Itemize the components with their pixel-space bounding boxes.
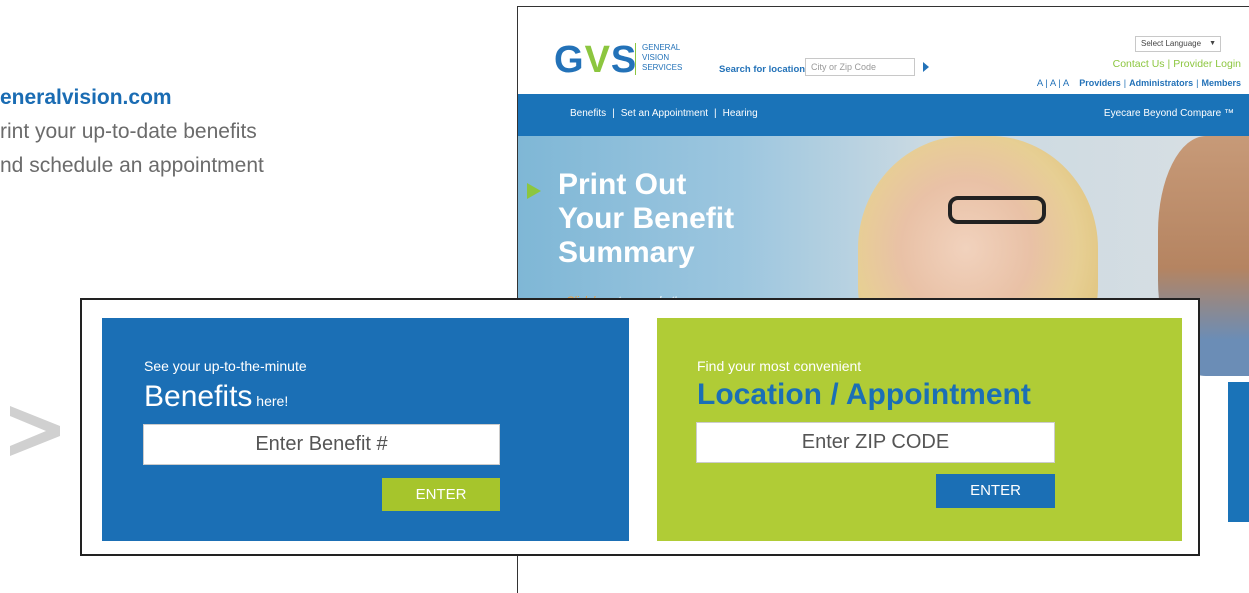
logo-letter-g: G [554,39,585,81]
link-separator: | [1123,78,1127,88]
logo-divider [635,43,636,75]
gvs-logo[interactable]: GVS [554,41,637,79]
hero-title-line-2: Your Benefit [558,202,735,235]
promo-heading: eneralvision.com [0,86,172,109]
language-select[interactable]: Select Language ▼ [1135,36,1221,52]
nav-benefits[interactable]: Benefits [570,108,606,119]
location-enter-button[interactable]: ENTER [936,474,1055,508]
audience-links: A | A | A Providers | Administrators | Member… [1037,78,1241,89]
nav-hearing[interactable]: Hearing [723,108,758,119]
members-link[interactable]: Members [1201,78,1241,88]
benefits-title-sub: here! [252,393,289,409]
location-kicker: Find your most convenient [697,358,862,374]
promo-line-1: rint your up-to-date benefits [0,120,257,143]
site-nav-bar: Benefits | Set an Appointment | Hearing Eyec… [518,94,1249,136]
caret-down-icon: ▼ [1209,40,1216,47]
top-links: Contact Us | Provider Login [1113,58,1241,70]
logo-letter-v: V [584,39,611,81]
contact-us-link[interactable]: Contact Us [1113,58,1165,70]
provider-login-link[interactable]: Provider Login [1173,58,1241,70]
nav-separator: | [714,108,717,119]
nav-set-appointment[interactable]: Set an Appointment [621,108,708,119]
language-select-value: Select Language [1141,39,1202,48]
location-title: Location / Appointment [697,378,1031,411]
hero-title-line-3: Summary [558,236,695,269]
nav-separator: | [612,108,615,119]
font-size-control[interactable]: A | A | A [1037,78,1069,89]
hero-title-line-1: Print Out [558,168,687,201]
benefits-title-main: Benefits [144,380,253,413]
link-separator: | [1167,58,1171,70]
site-header: GVS GENERAL VISION SERVICES Search for l… [518,7,1249,94]
search-location-label: Search for location [719,64,806,75]
benefit-number-input[interactable]: Enter Benefit # [143,424,500,465]
promo-line-2: nd schedule an appointment [0,154,264,177]
zip-code-input[interactable]: Enter ZIP CODE [696,422,1055,463]
hero-arrow-icon [527,183,541,199]
benefits-panel: See your up-to-the-minute Benefits here!… [102,318,629,541]
logo-wordmark: GENERAL VISION SERVICES [642,43,682,73]
nav-tagline: Eyecare Beyond Compare ™ [1103,108,1234,119]
logo-word-vision: VISION [642,53,670,62]
benefits-kicker: See your up-to-the-minute [144,358,307,374]
hero-glasses-shape [948,196,1046,224]
benefits-title: Benefits here! [144,380,288,414]
nav-items: Benefits | Set an Appointment | Hearing [570,108,758,119]
play-arrow-icon[interactable] [923,62,929,72]
location-search-input[interactable]: City or Zip Code [805,58,915,76]
lookup-widget: See your up-to-the-minute Benefits here!… [80,298,1200,556]
hero-title: Print Out Your Benefit Summary [558,168,734,270]
providers-link[interactable]: Providers [1079,78,1121,88]
link-separator: | [1196,78,1199,88]
location-panel: Find your most convenient Location / App… [657,318,1182,541]
logo-word-general: GENERAL [642,43,681,52]
logo-word-services: SERVICES [642,63,683,72]
chevron-right-icon [10,406,60,456]
benefits-enter-button[interactable]: ENTER [382,478,500,511]
logo-letter-s: S [610,39,638,81]
administrators-link[interactable]: Administrators [1129,78,1193,88]
site-side-panel [1228,382,1249,522]
